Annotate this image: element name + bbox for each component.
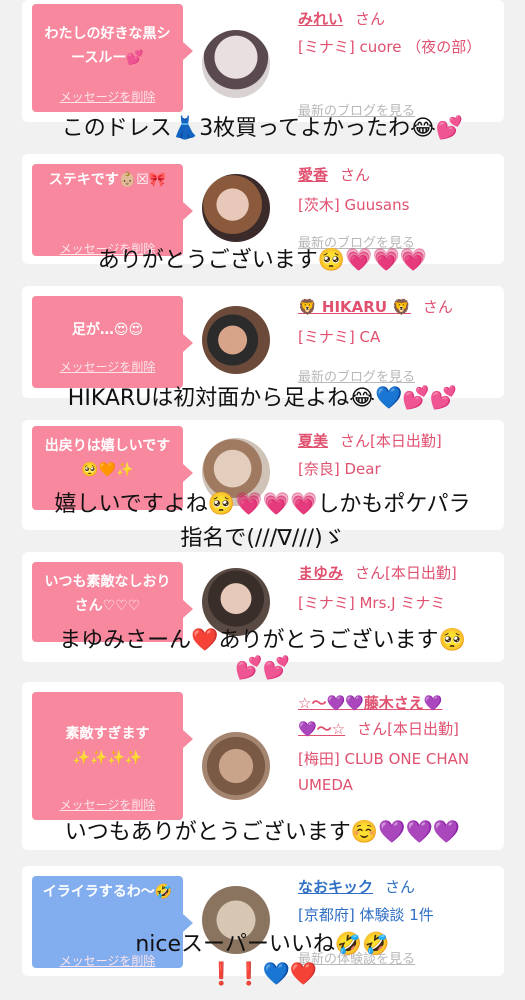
shop-info[interactable]: [ミナミ] Mrs.J ミナミ (298, 590, 498, 616)
shop-info[interactable]: [ミナミ] cuore （夜の部） (298, 34, 498, 60)
caption: HIKARUは初対面から足よね😂💙💕💕 (67, 386, 458, 411)
message-bubble: 素敵すぎます✨✨✨✨ メッセージを削除 (32, 692, 193, 820)
caption-line-2: ❗️❗️💙❤️ (207, 962, 318, 987)
caption: ありがとうございます🥺💗💗💗 (97, 248, 428, 273)
user-name-link[interactable]: 夏美 さん[本日出勤] (298, 430, 442, 451)
message-text: 足が…😍😍 (71, 322, 144, 338)
shop-info[interactable]: [梅田] CLUB ONE CHAN UMEDA (298, 746, 498, 798)
avatar[interactable] (202, 732, 270, 800)
caption: いつもありがとうございます☺️💜💜💜 (64, 820, 461, 845)
message-bubble: わたしの好きな黒シースルー💕 メッセージを削除 (32, 4, 193, 112)
message-bubble: 足が…😍😍 メッセージを削除 (32, 296, 193, 388)
shop-info[interactable]: [茨木] Guusans (298, 192, 498, 218)
message-text: イライラするわ〜🤣 (42, 884, 173, 900)
message-text: 素敵すぎます✨✨✨✨ (65, 726, 150, 766)
user-name-link[interactable]: みれい さん (298, 8, 385, 29)
user-name-link[interactable]: 愛香 さん (298, 164, 370, 185)
message-text: いつも素敵なしおりさん♡♡♡ (44, 574, 171, 614)
avatar[interactable] (202, 174, 270, 242)
message-card: イライラするわ〜🤣 メッセージを削除 なおキック さん [京都府] 体験談 1件 … (22, 866, 504, 976)
user-name-link[interactable]: まゆみ さん[本日出勤] (298, 562, 457, 583)
message-text: わたしの好きな黒シースルー💕 (44, 26, 171, 66)
delete-message-link[interactable]: メッセージを削除 (32, 796, 183, 813)
avatar[interactable] (202, 306, 270, 374)
user-name-link[interactable]: 🦁 HIKARU 🦁 さん (298, 296, 453, 317)
avatar[interactable] (202, 30, 270, 98)
delete-message-link[interactable]: メッセージを削除 (32, 358, 183, 375)
message-text: 出戻りは嬉しいです🥺🧡✨ (44, 438, 171, 478)
shop-info[interactable]: [ミナミ] CA (298, 324, 498, 350)
message-card: わたしの好きな黒シースルー💕 メッセージを削除 みれい さん [ミナミ] cuor… (22, 0, 504, 122)
caption-line-2: 指名で(///∇///)ゞ (180, 526, 345, 551)
shop-info[interactable]: [京都府] 体験談 1件 (298, 902, 498, 928)
caption: まゆみさーん❤️ありがとうございます🥺 (59, 628, 466, 653)
user-name-link-2[interactable]: 💜〜☆ さん[本日出勤] (298, 718, 459, 739)
caption: このドレス👗3枚買ってよかったわ😂💕 (61, 116, 464, 141)
caption-line-2: 💕💕 (235, 656, 290, 681)
user-name-link[interactable]: ☆〜💜💜藤木さえ💜 (298, 692, 442, 713)
delete-message-link[interactable]: メッセージを削除 (32, 88, 183, 105)
user-name-link[interactable]: なおキック さん (298, 876, 415, 897)
shop-info[interactable]: [奈良] Dear (298, 456, 498, 482)
caption: 嬉しいですよね🥺💗💗💗しかもポケパラ (54, 492, 471, 517)
message-text: ステキです👶🏼☒🎀 (48, 172, 167, 188)
caption: niceスーパーいいね🤣🤣 (135, 932, 390, 957)
